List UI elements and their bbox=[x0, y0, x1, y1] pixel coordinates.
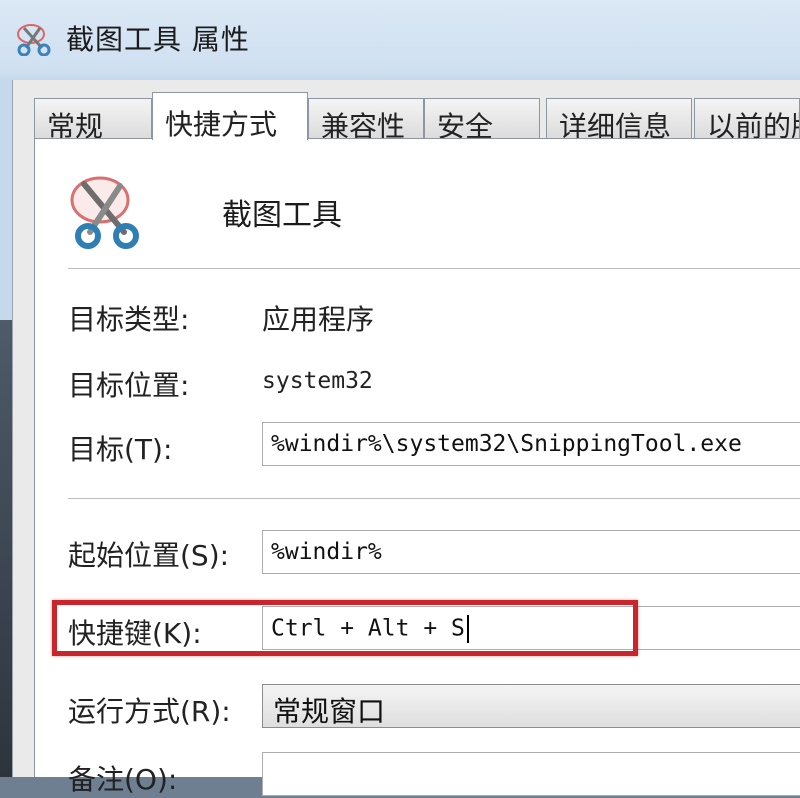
properties-window: 截图工具 属性 常规 快捷方式 兼容性 安全 详细信息 以前的版 截图工具 目标… bbox=[0, 0, 800, 796]
tab-compatibility[interactable]: 兼容性 bbox=[308, 98, 424, 138]
scissors-icon bbox=[17, 24, 51, 56]
tab-label: 安全 bbox=[437, 110, 494, 138]
tab-security[interactable]: 安全 bbox=[424, 98, 540, 138]
tab-shortcut[interactable]: 快捷方式 bbox=[152, 92, 308, 140]
target-location-label: 目标位置: bbox=[68, 369, 190, 402]
start-in-input[interactable]: %windir% bbox=[262, 530, 800, 574]
run-select[interactable]: 常规窗口 bbox=[262, 684, 800, 728]
window-title: 截图工具 属性 bbox=[66, 23, 250, 56]
comment-input[interactable] bbox=[262, 752, 800, 796]
comment-label: 备注(O): bbox=[68, 763, 178, 796]
tab-label: 常规 bbox=[47, 110, 104, 138]
run-label: 运行方式(R): bbox=[68, 695, 231, 728]
start-in-label: 起始位置(S): bbox=[68, 539, 230, 572]
tab-label: 以前的版 bbox=[707, 110, 799, 138]
title-bar[interactable]: 截图工具 属性 bbox=[0, 0, 800, 80]
tab-label: 快捷方式 bbox=[165, 108, 278, 140]
hotkey-input[interactable]: Ctrl + Alt + S bbox=[262, 606, 800, 650]
target-type-value: 应用程序 bbox=[262, 303, 375, 336]
run-select-value: 常规窗口 bbox=[273, 695, 386, 728]
divider bbox=[68, 268, 800, 269]
hotkey-value: Ctrl + Alt + S bbox=[271, 615, 465, 642]
tab-label: 详细信息 bbox=[559, 110, 672, 138]
desktop-background bbox=[0, 320, 12, 777]
tab-previous-versions[interactable]: 以前的版 bbox=[694, 98, 800, 138]
target-location-value: system32 bbox=[262, 368, 373, 394]
tab-details[interactable]: 详细信息 bbox=[546, 98, 692, 138]
hotkey-label: 快捷键(K): bbox=[68, 617, 202, 650]
tab-strip: 常规 快捷方式 兼容性 安全 详细信息 以前的版 bbox=[34, 92, 800, 140]
snipping-tool-icon bbox=[70, 176, 139, 249]
text-caret bbox=[466, 615, 469, 643]
divider bbox=[68, 498, 800, 499]
target-type-label: 目标类型: bbox=[68, 303, 190, 336]
tab-general[interactable]: 常规 bbox=[34, 98, 152, 138]
target-label: 目标(T): bbox=[68, 433, 173, 466]
tab-label: 兼容性 bbox=[321, 110, 406, 138]
app-name: 截图工具 bbox=[222, 198, 342, 233]
target-input[interactable]: %windir%\system32\SnippingTool.exe bbox=[262, 422, 800, 466]
